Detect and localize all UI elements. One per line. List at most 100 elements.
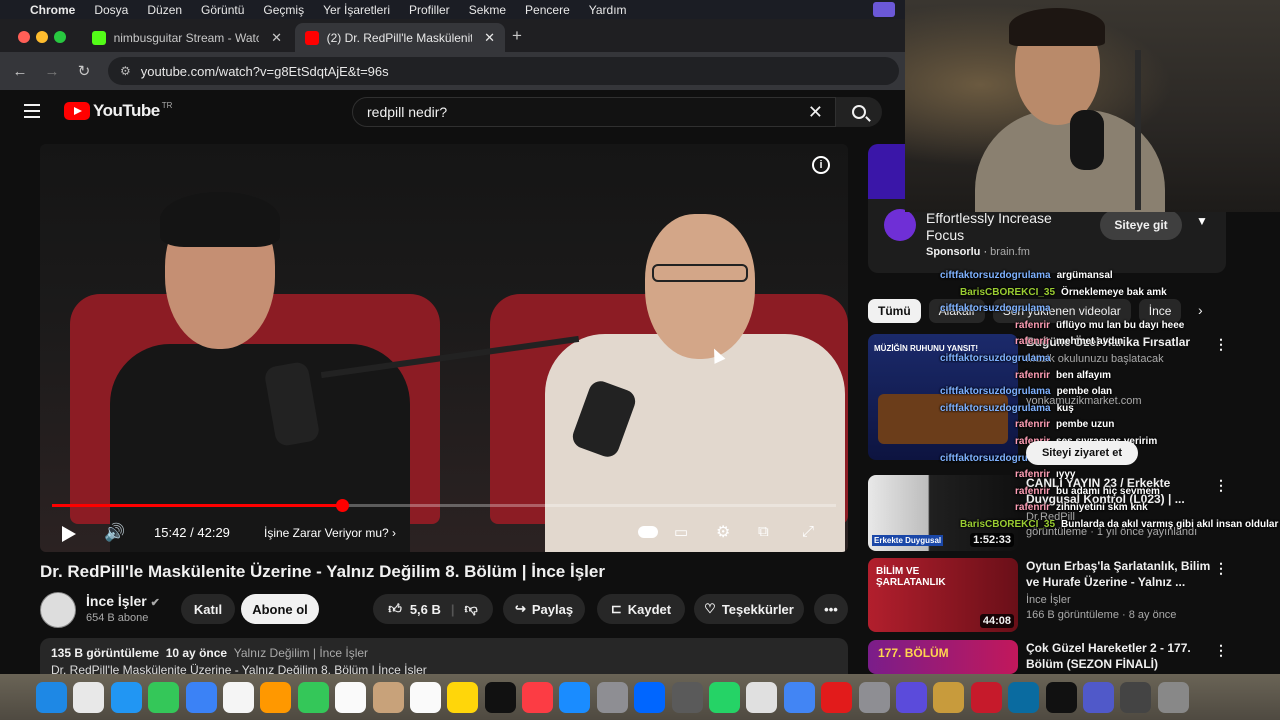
dock-app-icon[interactable] xyxy=(36,681,67,713)
dock-app-icon[interactable] xyxy=(559,681,591,713)
close-tab-icon[interactable]: ✕ xyxy=(484,30,495,46)
minimize-window-button[interactable] xyxy=(36,31,48,43)
dock-app-icon[interactable] xyxy=(185,681,217,713)
tab-kick-stream[interactable]: nimbusguitar Stream - Watch ✕ xyxy=(82,23,292,52)
dock-app-icon[interactable] xyxy=(709,681,741,713)
more-vert-icon[interactable]: ⋮ xyxy=(1214,560,1228,577)
tab-youtube-video[interactable]: (2) Dr. RedPill'le Maskülenite ✕ xyxy=(295,23,505,52)
dock-app-icon[interactable] xyxy=(484,681,516,713)
dock-app-icon[interactable] xyxy=(634,681,666,713)
close-window-button[interactable] xyxy=(18,31,30,43)
country-code: TR xyxy=(161,100,173,110)
chip-recent[interactable]: Son yüklenen videolar xyxy=(992,299,1131,323)
more-vert-icon[interactable]: ⋮ xyxy=(1214,642,1228,659)
menu-profiles[interactable]: Profiller xyxy=(409,3,450,17)
dock-app-icon[interactable] xyxy=(372,681,404,713)
menu-help[interactable]: Yardım xyxy=(589,3,627,17)
zoom-window-button[interactable] xyxy=(54,31,66,43)
dock-app-icon[interactable] xyxy=(1008,681,1040,713)
volume-icon[interactable]: 🔊 xyxy=(104,523,125,543)
join-button[interactable]: Katıl xyxy=(181,594,235,624)
channel-avatar[interactable] xyxy=(40,592,76,628)
dock-app-icon[interactable] xyxy=(409,681,441,713)
chevron-right-icon[interactable]: › xyxy=(1198,302,1203,318)
dock-app-icon[interactable] xyxy=(1120,681,1152,713)
chapter-title[interactable]: İşine Zarar Veriyor mu? › xyxy=(264,526,396,540)
dock-app-icon[interactable] xyxy=(858,681,890,713)
info-icon[interactable]: i xyxy=(812,156,830,174)
miniplayer-icon[interactable]: ⧉ xyxy=(758,523,769,540)
dock-app-icon[interactable] xyxy=(297,681,329,713)
menu-bookmarks[interactable]: Yer İşaretleri xyxy=(323,3,390,17)
dock-app-icon[interactable] xyxy=(222,681,254,713)
dock-app-icon[interactable] xyxy=(447,681,479,713)
youtube-logo[interactable]: YouTube TR xyxy=(64,101,172,121)
forward-icon[interactable]: → xyxy=(36,63,68,80)
close-tab-icon[interactable]: ✕ xyxy=(271,30,282,46)
list-item[interactable]: BİLİM VE ŞARLATANLIK 44:08 Oytun Erbaş'l… xyxy=(868,558,1280,636)
clear-search-icon[interactable]: ✕ xyxy=(808,102,823,123)
fullscreen-icon[interactable]: ⤢ xyxy=(802,523,814,540)
visit-site-button[interactable]: Siteyi ziyaret et xyxy=(1026,441,1138,465)
more-vert-icon[interactable]: ⋮ xyxy=(1214,336,1228,353)
dock-app-icon[interactable] xyxy=(260,681,292,713)
search-button[interactable] xyxy=(836,97,882,127)
search-input[interactable]: redpill nedir? ✕ xyxy=(352,97,836,127)
visit-site-button[interactable]: Siteye git xyxy=(1100,210,1182,240)
menu-icon[interactable] xyxy=(24,104,40,118)
dock-app-icon[interactable] xyxy=(335,681,367,713)
thumbnail-text: BİLİM VE ŞARLATANLIK xyxy=(876,566,946,588)
dock-app-icon[interactable] xyxy=(1157,681,1189,713)
channel-name[interactable]: İnce İşler ✔ xyxy=(86,593,160,609)
progress-bar[interactable] xyxy=(52,499,836,512)
menu-tab[interactable]: Sekme xyxy=(469,3,506,17)
like-button[interactable]: 👍︎ 5,6 B xyxy=(388,601,441,617)
dock-app-icon[interactable] xyxy=(933,681,965,713)
dock-app-icon[interactable] xyxy=(110,681,142,713)
settings-icon[interactable]: ⚙ xyxy=(716,522,730,542)
chevron-down-icon[interactable]: ▼ xyxy=(1196,214,1208,228)
new-tab-icon[interactable]: + xyxy=(512,26,522,46)
dislike-button[interactable]: 👎︎ xyxy=(465,601,478,617)
scrubber-handle[interactable] xyxy=(336,499,350,512)
reload-icon[interactable]: ↻ xyxy=(68,62,100,80)
list-item[interactable]: 177. BÖLÜM Çok Güzel Hareketler 2 - 177.… xyxy=(868,640,1280,674)
dock-app-icon[interactable] xyxy=(148,681,180,713)
menu-window[interactable]: Pencere xyxy=(525,3,570,17)
site-info-icon[interactable]: ⚙ xyxy=(120,64,131,78)
menubar-extra-icon[interactable] xyxy=(873,2,895,17)
chip-ince[interactable]: İnce xyxy=(1138,299,1182,323)
subtitles-icon[interactable]: ▭ xyxy=(674,523,688,541)
list-item[interactable]: Erkekte Duygusal 1:52:33 CANLI YAYIN 23 … xyxy=(868,475,1280,553)
menu-file[interactable]: Dosya xyxy=(94,3,128,17)
dock-app-icon[interactable] xyxy=(746,681,778,713)
dock-app-icon[interactable] xyxy=(671,681,703,713)
menu-chrome[interactable]: Chrome xyxy=(30,3,75,17)
autoplay-toggle[interactable] xyxy=(638,526,658,538)
more-vert-icon[interactable]: ⋮ xyxy=(1214,477,1228,494)
dock-app-icon[interactable] xyxy=(596,681,628,713)
address-bar[interactable]: ⚙ youtube.com/watch?v=g8EtSdqtAjE&t=96s xyxy=(108,57,899,85)
dock-app-icon[interactable] xyxy=(522,681,554,713)
save-button[interactable]: ⊏ Kaydet xyxy=(597,594,685,624)
dock-app-icon[interactable] xyxy=(970,681,1002,713)
chip-related[interactable]: Alakalı xyxy=(928,299,985,323)
menu-edit[interactable]: Düzen xyxy=(147,3,182,17)
subscribe-button[interactable]: Abone ol xyxy=(241,594,319,624)
more-actions-button[interactable]: ••• xyxy=(814,594,848,624)
back-icon[interactable]: ← xyxy=(4,63,36,80)
thanks-button[interactable]: ♡ Teşekkürler xyxy=(694,594,804,624)
dock-app-icon[interactable] xyxy=(783,681,815,713)
play-button[interactable] xyxy=(62,526,76,542)
dock-app-icon[interactable] xyxy=(821,681,853,713)
chip-all[interactable]: Tümü xyxy=(868,299,921,323)
menu-history[interactable]: Geçmiş xyxy=(263,3,304,17)
share-button[interactable]: ↪ Paylaş xyxy=(503,594,585,624)
dock-app-icon[interactable] xyxy=(895,681,927,713)
macos-dock xyxy=(0,674,1280,720)
dock-app-icon[interactable] xyxy=(1045,681,1077,713)
dock-app-icon[interactable] xyxy=(1082,681,1114,713)
menu-view[interactable]: Görüntü xyxy=(201,3,244,17)
dock-app-icon[interactable] xyxy=(73,681,105,713)
video-player[interactable]: i 🔊 15:42 / 42:29 İşine Zarar Veriyor mu… xyxy=(40,144,848,552)
